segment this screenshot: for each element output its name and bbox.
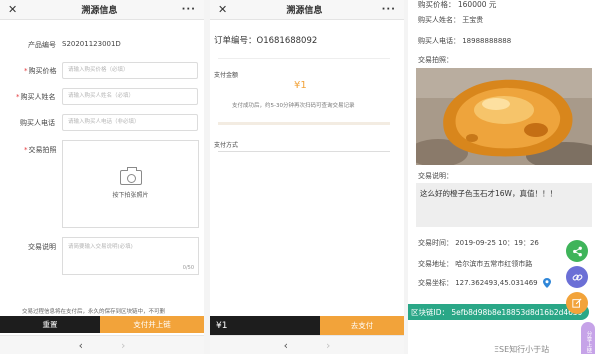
screenshot-collage: ✕ 溯源信息 ··· 产品编号 S20201123001D 购买价格 请输入购买… [0,0,600,354]
price-row: 购买价格： 160000 元 [418,0,497,9]
description-label: 交易说明 [28,243,56,251]
more-icon[interactable]: ··· [182,4,196,15]
link-glyph [572,274,582,280]
reset-button[interactable]: 重置 [0,316,100,333]
browser-nav: ‹ › [0,335,204,354]
page-title: 溯源信息 [81,6,118,16]
blockchain-id-text: 区块链ID： 5efb8d98b8e18853d8d16b2d4639 [411,307,583,317]
buyer-phone-row: 购买人电话： 18988888888 [418,37,512,45]
divider [218,58,390,59]
buyer-name-row: 购买人姓名： 王宝贵 [418,16,484,24]
payment-screen: ✕ 溯源信息 ··· 订单编号：O1681688092 支付金额 ¥1 支付成功… [210,0,404,354]
share-icon[interactable] [566,240,588,262]
trade-address-row: 交易地址： 哈尔滨市五常市红领市路 [418,260,533,268]
buyer-name-label: 购买人姓名 [16,92,56,102]
pay-and-chain-button[interactable]: 支付并上链 [100,316,204,333]
product-no-label: 产品编号 [28,41,56,49]
back-icon[interactable]: ‹ [284,339,288,352]
photo-label: 交易拍照 [24,145,57,155]
close-icon[interactable]: ✕ [218,3,227,16]
share-glyph [572,246,582,256]
order-row: 订单编号：O1681688092 [214,34,317,46]
description-row-label: 交易说明： [418,172,453,180]
notice-text: 交易过程信息将在支付后，永久的保存到区块链中，不可删 [22,309,166,315]
more-icon[interactable]: ··· [382,4,396,15]
trade-time-row: 交易时间： 2019-09-25 10：19：26 [418,239,539,247]
go-pay-button[interactable]: 去支付 [320,316,404,335]
price-label: 购买价格 [24,66,57,76]
jade-stone-photo [416,68,592,165]
blockchain-id-badge: 区块链ID： 5efb8d98b8e18853d8d16b2d4639 [408,304,590,320]
buyer-phone-label: 购买人电话 [20,119,55,127]
order-number: O1681688092 [256,36,318,46]
photo-capture-label: 按下拍张照片 [112,191,149,199]
title-bar: ✕ 溯源信息 ··· [0,0,204,20]
photo-row-label: 交易拍照： [418,56,453,64]
share-to-chain-pill[interactable]: 分享上链 [581,322,595,354]
watermark: ΞSE知行小于站 [494,345,550,354]
divider [218,122,390,125]
location-pin-icon [542,278,551,288]
title-bar: ✕ 溯源信息 ··· [210,0,404,20]
amount-label: 支付金额 [214,72,239,79]
action-bar: 重置 支付并上链 [0,316,204,333]
trade-coords-row: 交易坐标： 127.362493,45.031469 [418,278,551,288]
description-box: 这么好的橙子色玉石才16W，真值！！！ [416,183,592,227]
order-label: 订单编号： [214,36,257,46]
forward-icon[interactable]: › [121,339,125,352]
edit-glyph [572,298,582,308]
description-placeholder: 请简要输入交易说明(必填) [68,244,133,250]
char-counter: 0/50 [182,265,194,271]
amount-note: 支付成功后，约5-30分钟再次扫码可查询交易记录 [232,103,355,109]
photo-capture-area[interactable]: 按下拍张照片 [62,140,199,228]
forward-icon[interactable]: › [326,339,330,352]
pay-amount: ¥1 [210,316,320,335]
product-no-value: S20201123001D [62,40,121,48]
description-text: 这么好的橙子色玉石才16W，真值！！！ [420,189,557,198]
pill-label: 分享上链 [585,331,592,353]
divider [218,151,390,152]
payment-method-label: 支付方式 [214,142,239,149]
form-screen: ✕ 溯源信息 ··· 产品编号 S20201123001D 购买价格 请输入购买… [0,0,204,354]
link-icon[interactable] [566,266,588,288]
price-input[interactable]: 请输入购买价格（必填） [62,62,198,79]
close-icon[interactable]: ✕ [8,3,17,16]
description-textarea[interactable]: 请简要输入交易说明(必填) 0/50 [62,237,199,275]
back-icon[interactable]: ‹ [79,339,83,352]
buyer-name-input[interactable]: 请输入购买人姓名（必填） [62,88,198,105]
buyer-phone-input[interactable]: 请输入购买人电话（非必填） [62,114,198,131]
edit-icon[interactable] [566,292,588,314]
pay-bar: ¥1 去支付 [210,316,404,335]
page-title: 溯源信息 [286,6,323,16]
browser-nav: ‹ › [210,335,404,354]
trade-coords-text: 交易坐标： 127.362493,45.031469 [418,279,538,287]
camera-icon [119,166,142,185]
amount-value: ¥1 [294,80,307,91]
